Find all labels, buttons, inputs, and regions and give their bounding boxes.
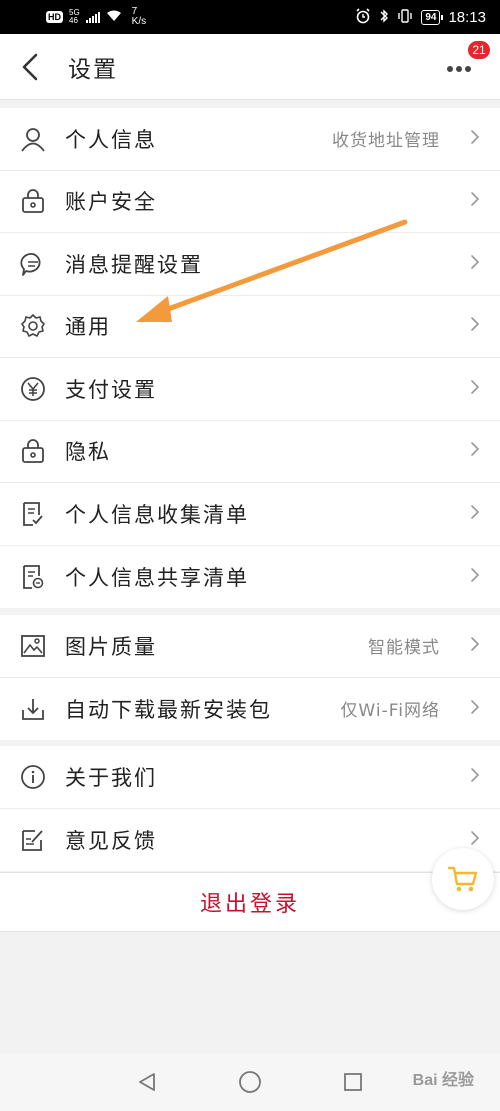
settings-row[interactable]: 通用 [0, 296, 500, 358]
settings-row[interactable]: 关于我们 [0, 746, 500, 809]
info-icon [19, 763, 47, 791]
network-speed-unit: K/s [131, 16, 147, 27]
network-type-bottom: 46 [69, 16, 78, 25]
settings-row-label: 图片质量 [65, 634, 157, 659]
settings-row[interactable]: 图片质量 智能模式 [0, 615, 500, 678]
settings-row-label: 通用 [65, 315, 111, 340]
chevron-right-icon [470, 767, 480, 787]
chevron-right-icon [470, 636, 480, 656]
settings-row-label: 个人信息共享清单 [65, 565, 249, 590]
chat-bubble-icon [19, 250, 47, 278]
signal-icon [85, 11, 100, 23]
lock-icon [19, 187, 47, 215]
bluetooth-icon [379, 8, 389, 27]
header: 设置 21 [0, 34, 500, 100]
network-speed: 7 K/s [132, 7, 146, 27]
settings-row[interactable]: 自动下载最新安装包 仅Wi-Fi网络 [0, 678, 500, 741]
settings-row-label: 意见反馈 [65, 828, 157, 853]
alarm-icon [355, 7, 371, 27]
user-icon [19, 125, 47, 153]
share-list-icon [19, 563, 47, 591]
settings-row[interactable]: 意见反馈 [0, 809, 500, 872]
settings-row-value: 收货地址管理 [332, 131, 440, 152]
cart-button[interactable] [432, 848, 494, 910]
chevron-right-icon [470, 567, 480, 587]
settings-row-label: 隐私 [65, 440, 111, 465]
settings-row-value: 智能模式 [368, 638, 440, 659]
chevron-right-icon [470, 129, 480, 149]
lock-icon [19, 437, 47, 465]
battery-indicator: 94 [421, 9, 444, 25]
vibrate-icon [397, 8, 413, 26]
settings-row[interactable]: 个人信息收集清单 [0, 483, 500, 546]
chevron-right-icon [470, 254, 480, 274]
chevron-right-icon [470, 699, 480, 719]
settings-row-label: 消息提醒设置 [65, 252, 203, 277]
feedback-icon [19, 826, 47, 854]
nav-recents-icon[interactable] [342, 1071, 364, 1093]
settings-row[interactable]: 消息提醒设置 [0, 233, 500, 296]
chevron-right-icon [470, 504, 480, 524]
gear-icon [19, 312, 47, 340]
settings-row-label: 支付设置 [65, 377, 157, 402]
back-button[interactable] [0, 34, 60, 100]
settings-row-label: 账户安全 [65, 190, 157, 215]
chevron-right-icon [470, 316, 480, 336]
settings-row[interactable]: 支付设置 [0, 358, 500, 421]
settings-group-main: 个人信息 收货地址管理 账户安全 消息提醒设置 通用 支付设置 隐私 个人信息收集清单 个人信息… [0, 108, 500, 608]
page-title: 设置 [68, 56, 118, 83]
nav-back-icon[interactable] [136, 1071, 158, 1093]
more-dots-icon [447, 66, 471, 72]
chevron-right-icon [470, 379, 480, 399]
wifi-icon [106, 9, 122, 25]
settings-group-about: 关于我们 意见反馈 [0, 746, 500, 871]
status-right: 94 18:13 [355, 7, 486, 27]
watermark: Bai 经验 [412, 1072, 474, 1089]
network-type: 5G 46 [69, 9, 80, 25]
settings-row[interactable]: 个人信息共享清单 [0, 546, 500, 609]
logout-button[interactable]: 退出登录 [0, 872, 500, 932]
yen-icon [19, 375, 47, 403]
chevron-right-icon [470, 191, 480, 211]
more-button[interactable] [444, 54, 474, 84]
settings-row-label: 自动下载最新安装包 [65, 697, 272, 722]
checklist-icon [19, 500, 47, 528]
settings-row-value: 仅Wi-Fi网络 [340, 701, 440, 722]
image-icon [19, 632, 47, 660]
status-left: HD 5G 46 7 K/s [46, 7, 146, 27]
clock: 18:13 [448, 8, 486, 26]
chevron-right-icon [470, 830, 480, 850]
settings-group-media: 图片质量 智能模式自动下载最新安装包 仅Wi-Fi网络 [0, 615, 500, 740]
settings-row[interactable]: 账户安全 [0, 171, 500, 233]
settings-row-label: 关于我们 [65, 765, 157, 790]
cart-icon [447, 866, 478, 892]
settings-row-label: 个人信息收集清单 [65, 502, 249, 527]
settings-row-label: 个人信息 [65, 127, 157, 152]
chevron-left-icon [22, 53, 38, 80]
chevron-right-icon [470, 441, 480, 461]
notification-badge: 21 [467, 40, 491, 60]
settings-row[interactable]: 隐私 [0, 421, 500, 483]
download-icon [19, 695, 47, 723]
hd-badge: HD [46, 11, 63, 23]
settings-row[interactable]: 个人信息 收货地址管理 [0, 108, 500, 171]
nav-home-icon[interactable] [238, 1070, 262, 1094]
status-bar: HD 5G 46 7 K/s 94 18:13 [0, 0, 500, 34]
logout-label: 退出登录 [199, 892, 300, 917]
